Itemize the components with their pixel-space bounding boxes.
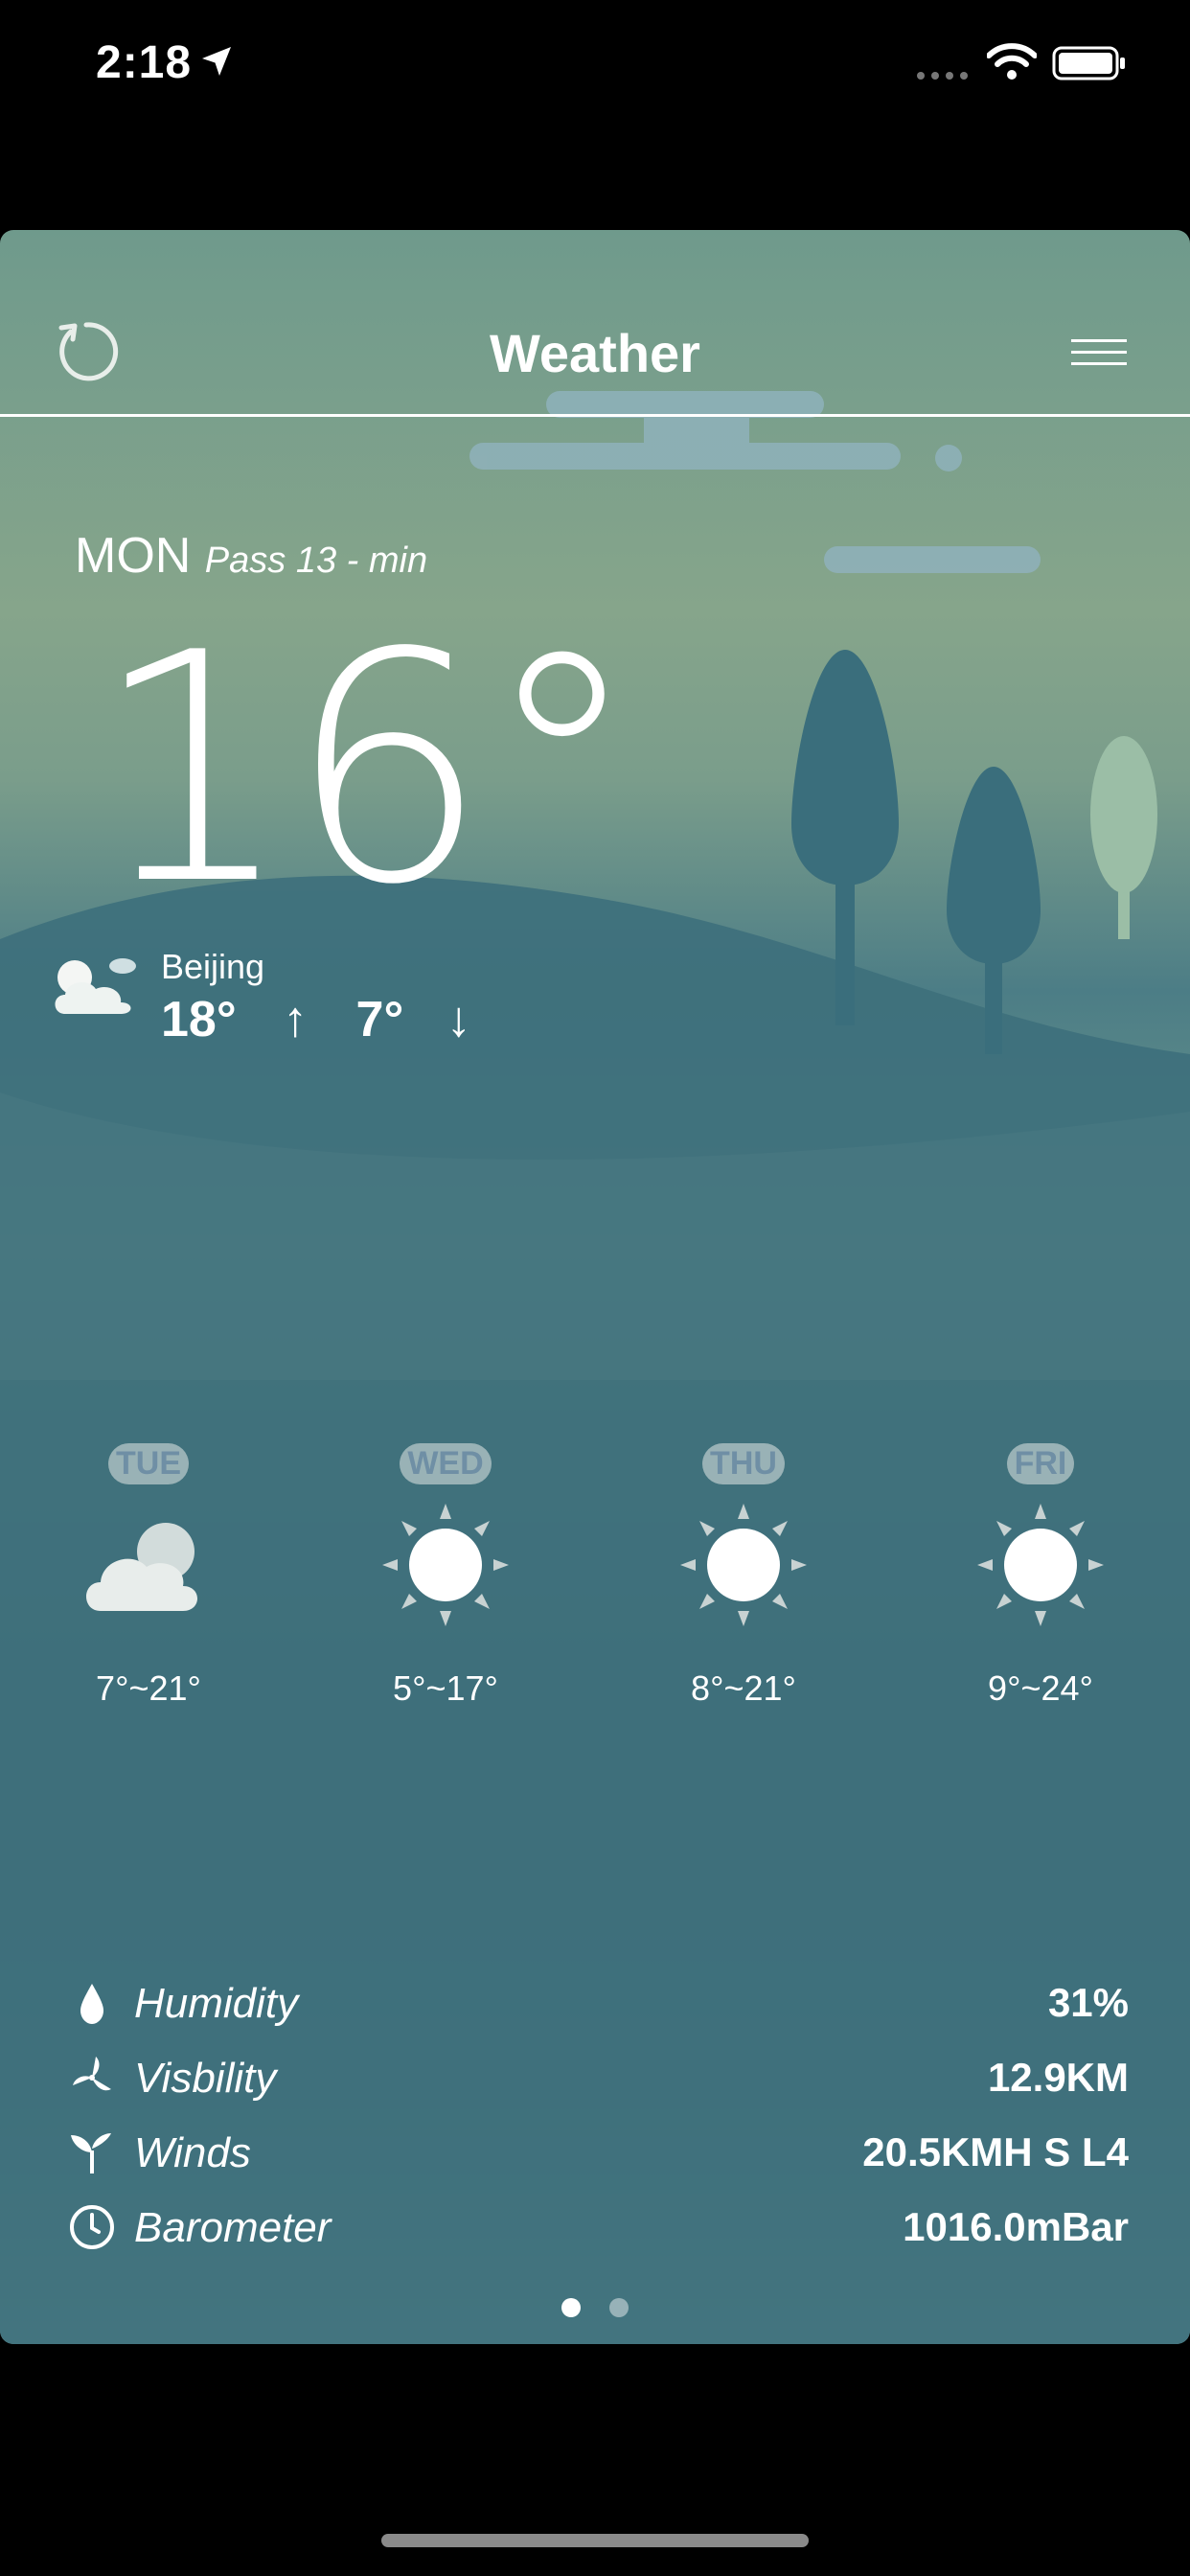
forecast-day-label: FRI	[1006, 1443, 1075, 1484]
location-arrow-icon	[202, 47, 231, 76]
clock-icon	[70, 2205, 114, 2249]
update-time: Pass 13 - min	[204, 540, 428, 581]
forecast-day[interactable]: WED 5°~17°	[350, 1443, 541, 1709]
detail-barometer: Barometer 1016.0mBar	[0, 2195, 1190, 2262]
detail-label: Humidity	[134, 1980, 299, 2027]
page-indicator[interactable]	[0, 2298, 1190, 2327]
forecast-range: 7°~21°	[96, 1668, 201, 1708]
partly-cloudy-icon	[86, 1523, 197, 1611]
low-arrow: ↓	[446, 992, 471, 1047]
forecast-day-label: THU	[702, 1443, 785, 1484]
detail-label: Winds	[134, 2129, 251, 2176]
cellular-signal-icon	[917, 72, 968, 80]
detail-value: 1016.0mBar	[903, 2204, 1129, 2249]
forecast-range: 8°~21°	[691, 1668, 796, 1708]
weather-screen: 2:18 Weather MON Pass 13 - min 16° Beiji…	[0, 0, 1190, 2576]
current-day: MON	[75, 528, 192, 584]
home-indicator[interactable]	[381, 2534, 809, 2547]
pinwheel-icon	[73, 2057, 111, 2091]
forecast-day[interactable]: TUE 7°~21°	[53, 1443, 244, 1709]
status-time: 2:18	[96, 37, 193, 88]
current-day-line: MON Pass 13 - min	[75, 527, 427, 585]
forecast-day[interactable]: THU 8°~21°	[648, 1443, 839, 1709]
sprout-icon	[71, 2133, 111, 2174]
weather-details: Humidity 31% Visbility 12.9KM Winds 20.5…	[0, 1970, 1190, 2315]
page-title: Weather	[490, 323, 700, 383]
header-divider	[0, 414, 1190, 417]
today-range: 18° ↑ 7° ↓	[161, 991, 471, 1048]
forecast-day[interactable]: FRI 9°~24°	[945, 1443, 1136, 1709]
battery-icon	[1052, 46, 1125, 80]
current-temperature: 16°	[92, 586, 641, 954]
detail-winds: Winds 20.5KMH S L4	[0, 2120, 1190, 2187]
menu-icon[interactable]	[1071, 335, 1129, 370]
page-dot-active[interactable]	[561, 2298, 581, 2317]
light-tree	[1090, 736, 1157, 939]
forecast-day-label: WED	[400, 1443, 492, 1484]
partly-cloudy-icon	[55, 958, 136, 1014]
wifi-icon	[987, 43, 1037, 80]
app-header: Weather	[0, 230, 1190, 417]
forecast-range: 9°~24°	[988, 1668, 1093, 1708]
forecast-row: TUE 7°~21° WED 5°~17° THU 8°~21° FRI 9°~…	[0, 1443, 1190, 1750]
status-bar: 2:18	[0, 0, 1190, 134]
weather-card: Weather MON Pass 13 - min 16° Beijing 18…	[0, 230, 1190, 2344]
forecast-day-label: TUE	[108, 1443, 189, 1484]
high-arrow: ↑	[283, 992, 309, 1047]
detail-label: Visbility	[134, 2055, 277, 2102]
detail-value: 12.9KM	[987, 2055, 1129, 2100]
sun-icon	[382, 1504, 509, 1626]
detail-label: Barometer	[134, 2204, 332, 2251]
page-dot[interactable]	[609, 2298, 629, 2317]
cloud-shapes	[469, 391, 1041, 573]
sun-icon	[977, 1504, 1104, 1626]
detail-visibility: Visbility 12.9KM	[0, 2045, 1190, 2112]
high-temp: 18°	[161, 992, 237, 1047]
forecast-range: 5°~17°	[393, 1668, 498, 1708]
detail-value: 31%	[1047, 1980, 1129, 2025]
detail-value: 20.5KMH S L4	[862, 2129, 1129, 2174]
detail-humidity: Humidity 31%	[0, 1970, 1190, 2037]
low-temp: 7°	[355, 992, 404, 1047]
droplet-icon	[80, 1984, 103, 2024]
sun-icon	[680, 1504, 807, 1626]
city-name: Beijing	[161, 947, 265, 986]
